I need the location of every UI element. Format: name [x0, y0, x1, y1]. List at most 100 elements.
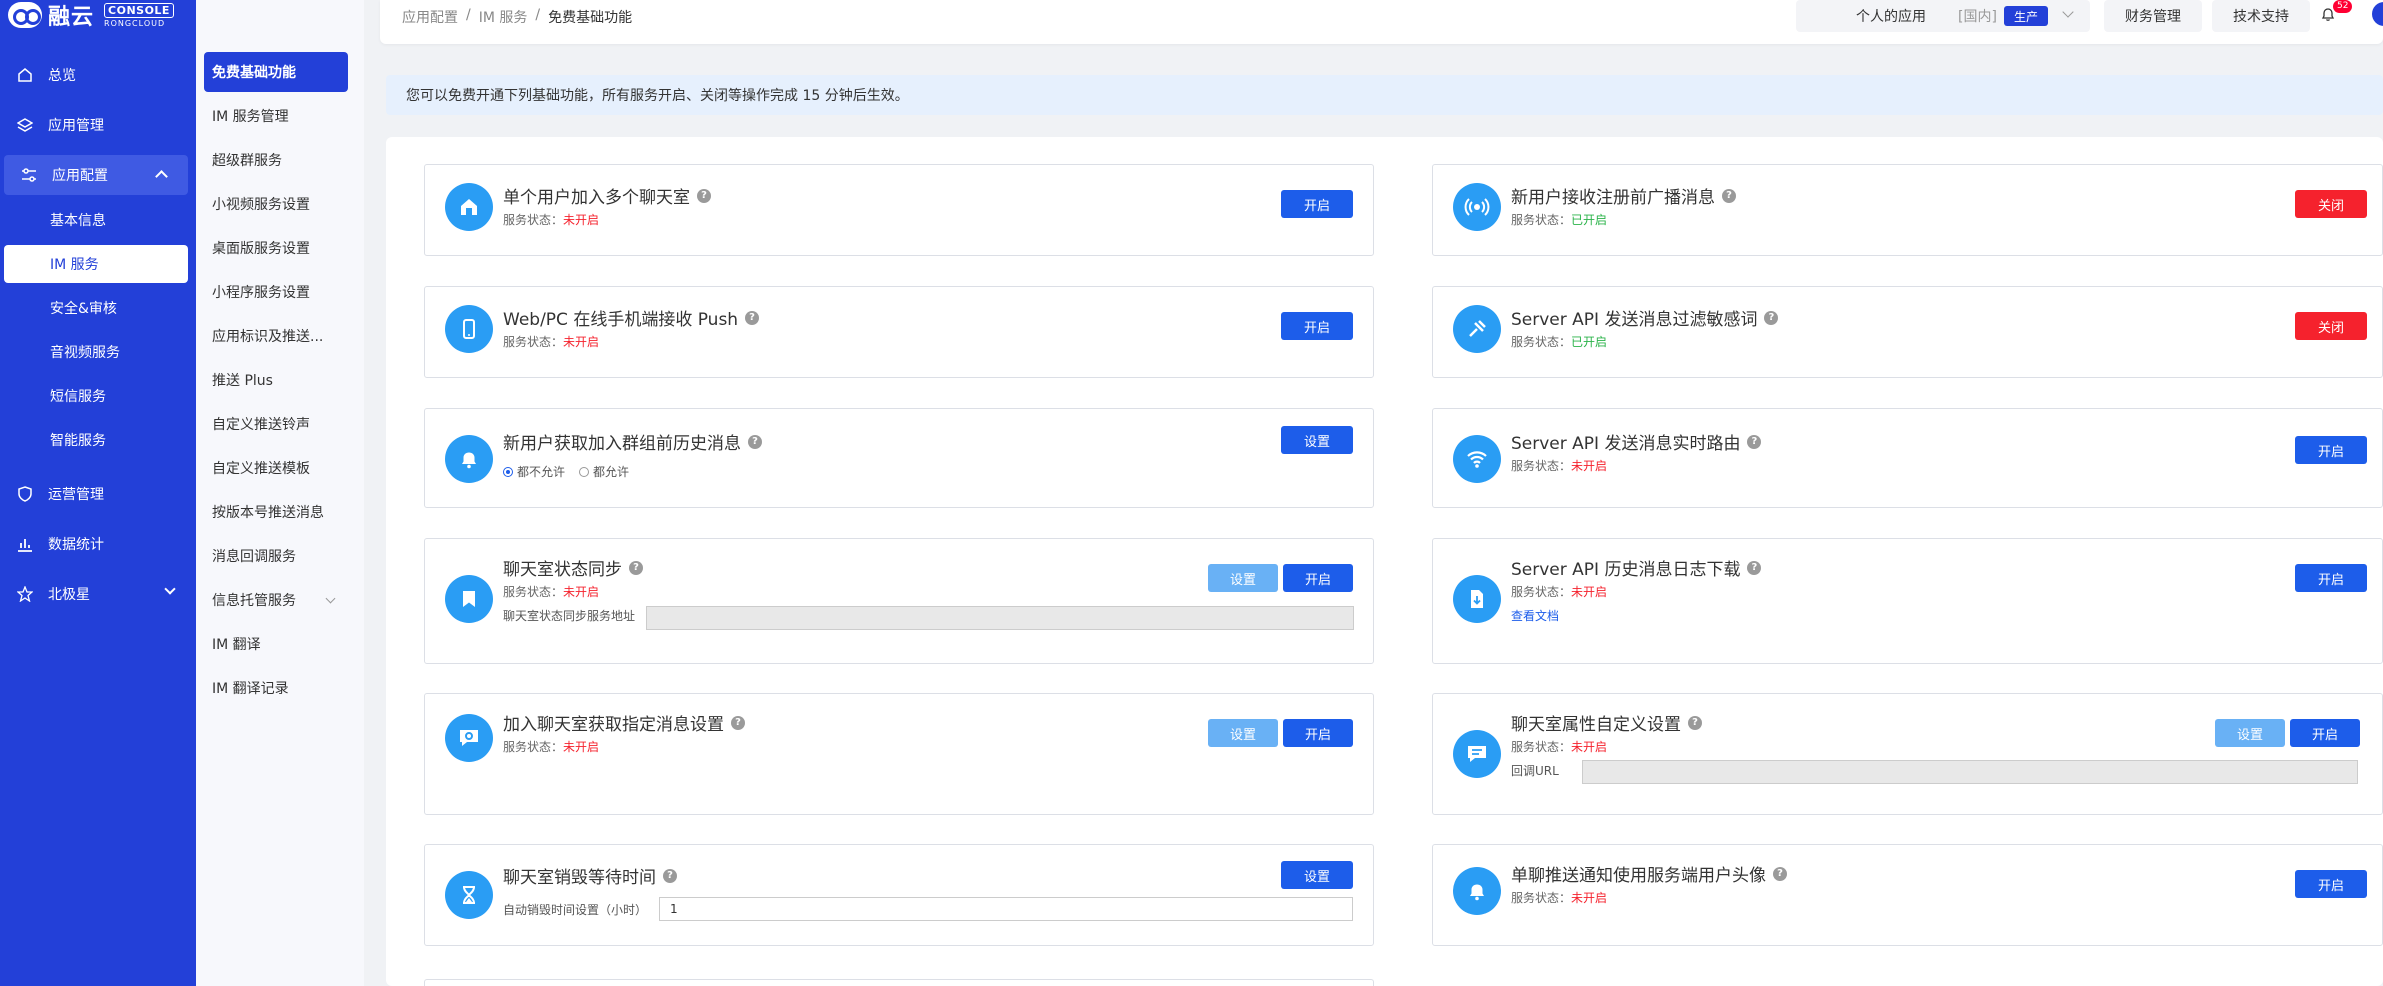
feature-title: 新用户接收注册前广播消息 [1511, 188, 1715, 208]
menu-data-hosting[interactable]: 信息托管服务 [204, 580, 348, 620]
sidebar-item-app-management[interactable]: 应用管理 [0, 105, 196, 145]
menu-im-service-management[interactable]: IM 服务管理 [204, 96, 348, 136]
settings-button[interactable]: 设置 [2215, 719, 2285, 747]
feature-title: 聊天室销毁等待时间 [503, 868, 656, 888]
sync-url-input[interactable] [646, 606, 1354, 630]
settings-button[interactable]: 设置 [1281, 861, 1353, 889]
sidebar-item-label: 运营管理 [48, 487, 104, 503]
help-icon[interactable]: ? [748, 434, 762, 449]
status-label: 服务状态： [503, 585, 564, 599]
sidebar-item-statistics[interactable]: 数据统计 [0, 524, 196, 564]
help-icon[interactable]: ? [629, 560, 643, 575]
sidebar-item-app-config[interactable]: 应用配置 [4, 155, 188, 195]
sidebar-item-operations[interactable]: 运营管理 [0, 474, 196, 514]
bell-icon [445, 435, 493, 483]
menu-im-translate-records[interactable]: IM 翻译记录 [204, 668, 348, 708]
menu-super-group[interactable]: 超级群服务 [204, 140, 348, 180]
breadcrumb-separator: / [466, 7, 471, 23]
help-icon[interactable]: ? [1722, 188, 1736, 203]
help-icon[interactable]: ? [731, 715, 745, 730]
enable-button[interactable]: 开启 [2290, 719, 2360, 747]
enable-button[interactable]: 开启 [1283, 564, 1353, 592]
menu-version-push[interactable]: 按版本号推送消息 [204, 492, 348, 532]
app-switcher[interactable]: 个人的应用 [国内] 生产 [1796, 0, 2090, 32]
sidebar-sub-im-service[interactable]: IM 服务 [4, 245, 188, 283]
menu-custom-push-template[interactable]: 自定义推送模板 [204, 448, 348, 488]
disable-button[interactable]: 关闭 [2295, 312, 2367, 340]
breadcrumb-item[interactable]: IM 服务 [479, 7, 528, 27]
breadcrumb-item[interactable]: 应用配置 [402, 7, 458, 27]
main-sidebar: 融云 CONSOLE RONGCLOUD 总览 应用管理 应用配置 基本信息 I… [0, 0, 196, 986]
menu-desktop[interactable]: 桌面版服务设置 [204, 228, 348, 268]
bar-chart-icon [16, 535, 34, 553]
enable-button[interactable]: 开启 [1283, 719, 1353, 747]
brand-logo[interactable]: 融云 CONSOLE RONGCLOUD [8, 0, 174, 30]
help-icon[interactable]: ? [745, 310, 760, 325]
support-button[interactable]: 技术支持 [2212, 0, 2310, 32]
enable-button[interactable]: 开启 [2295, 564, 2367, 592]
menu-short-video[interactable]: 小视频服务设置 [204, 184, 348, 224]
finance-button[interactable]: 财务管理 [2104, 0, 2202, 32]
settings-button[interactable]: 设置 [1281, 426, 1353, 454]
settings-button[interactable]: 设置 [1208, 719, 1278, 747]
home-icon [16, 66, 34, 84]
menu-mini-program[interactable]: 小程序服务设置 [204, 272, 348, 312]
feature-title: 聊天室属性自定义设置 [1511, 715, 1681, 735]
sliders-icon [20, 166, 38, 184]
view-docs-link[interactable]: 查看文档 [1511, 607, 1559, 624]
enable-button[interactable]: 开启 [2295, 436, 2367, 464]
sidebar-sub-sms[interactable]: 短信服务 [4, 377, 188, 415]
status-label: 服务状态： [503, 740, 564, 754]
help-icon[interactable]: ? [1688, 715, 1702, 730]
feature-card-push-avatar: 单聊推送通知使用服务端用户头像? 服务状态：未开启 开启 [1432, 844, 2383, 946]
status-label: 服务状态： [503, 213, 564, 227]
sidebar-sub-basic-info[interactable]: 基本信息 [4, 201, 188, 239]
help-icon[interactable]: ? [1764, 310, 1779, 325]
sidebar-item-north-star[interactable]: 北极星 [0, 574, 196, 614]
layers-icon [16, 116, 34, 134]
feature-title: Server API 历史消息日志下载 [1511, 560, 1741, 580]
menu-im-translate[interactable]: IM 翻译 [204, 624, 348, 664]
help-icon[interactable]: ? [663, 868, 677, 883]
enable-button[interactable]: 开启 [2295, 870, 2367, 898]
disable-button[interactable]: 关闭 [2295, 190, 2367, 218]
feature-title: 单个用户加入多个聊天室 [503, 188, 690, 208]
menu-push-plus[interactable]: 推送 Plus [204, 360, 348, 400]
radio-label: 都允许 [593, 465, 630, 479]
status-label: 服务状态： [1511, 459, 1572, 473]
sidebar-sub-security[interactable]: 安全&审核 [4, 289, 188, 327]
status-value: 已开启 [1571, 213, 1608, 227]
help-icon[interactable]: ? [1747, 434, 1762, 449]
chevron-down-icon [2062, 6, 2074, 18]
feature-card-chatroom-attributes: 聊天室属性自定义设置? 服务状态：未开启 回调URL 设置 开启 [1432, 693, 2383, 815]
env-badge: 生产 [2004, 6, 2049, 26]
destroy-hours-input[interactable]: 1 [659, 897, 1353, 921]
help-icon[interactable]: ? [1747, 560, 1762, 575]
radio-selected-icon [503, 466, 513, 477]
help-icon[interactable]: ? [1773, 866, 1787, 881]
settings-button[interactable]: 设置 [1208, 564, 1278, 592]
brand-name: 融云 [48, 5, 95, 30]
status-label: 服务状态： [503, 335, 564, 349]
status-label: 服务状态： [1511, 585, 1572, 599]
callback-url-input[interactable] [1582, 760, 2358, 784]
help-icon[interactable]: ? [697, 188, 711, 203]
notification-badge: 52 [2333, 0, 2353, 13]
menu-app-identity-push[interactable]: 应用标识及推送... [204, 316, 348, 356]
feature-card-history-log-download: Server API 历史消息日志下载? 服务状态：未开启 查看文档 开启 [1432, 538, 2383, 664]
menu-free-basic[interactable]: 免费基础功能 [204, 52, 348, 92]
chevron-down-icon [325, 593, 336, 604]
radio-allow-all[interactable]: 都允许 [579, 463, 629, 480]
radio-disallow-all[interactable]: 都不允许 [503, 463, 565, 480]
enable-button[interactable]: 开启 [1281, 190, 1353, 218]
sidebar-item-overview[interactable]: 总览 [0, 55, 196, 95]
chat-icon [1453, 730, 1501, 778]
menu-custom-ringtone[interactable]: 自定义推送铃声 [204, 404, 348, 444]
wifi-icon [1453, 435, 1501, 483]
avatar[interactable] [2372, 2, 2383, 26]
enable-button[interactable]: 开启 [1281, 312, 1353, 340]
sidebar-sub-smart[interactable]: 智能服务 [4, 421, 188, 459]
breadcrumb: 应用配置 / IM 服务 / 免费基础功能 [402, 7, 632, 27]
sidebar-sub-audio-video[interactable]: 音视频服务 [4, 333, 188, 371]
menu-message-callback[interactable]: 消息回调服务 [204, 536, 348, 576]
